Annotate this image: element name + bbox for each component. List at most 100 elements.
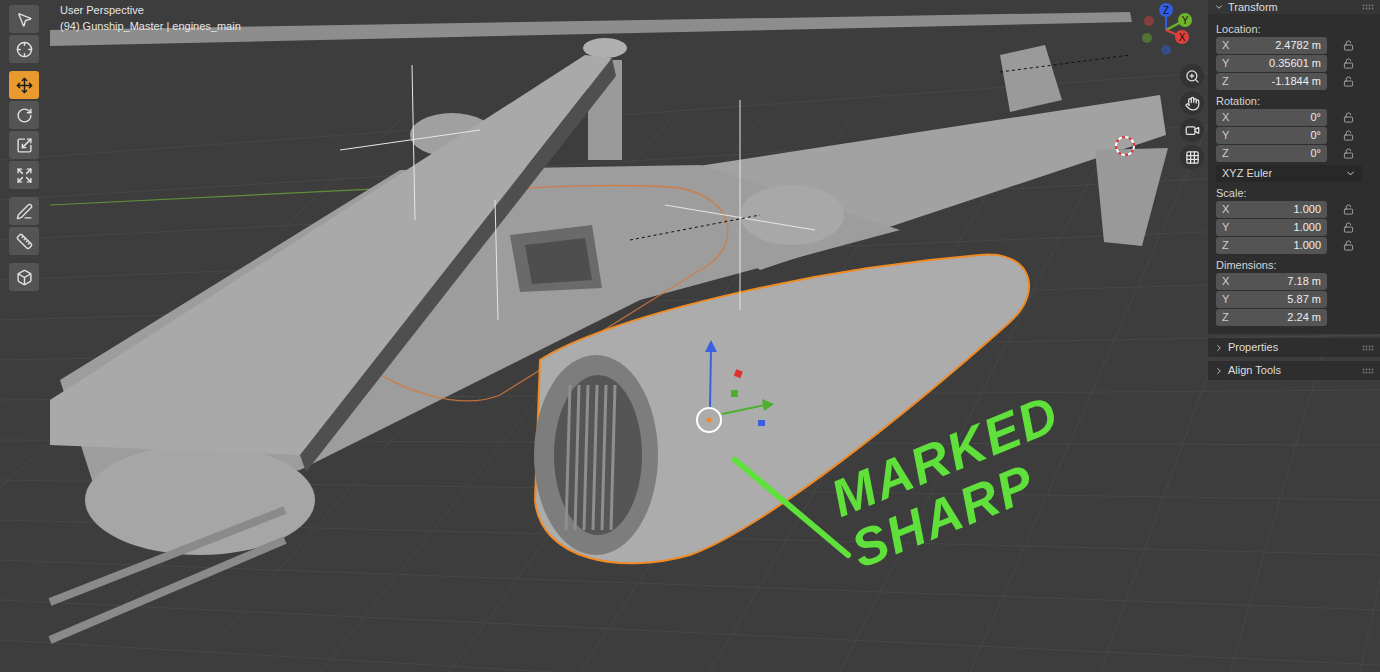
camera-button[interactable] xyxy=(1180,118,1204,142)
panel-title: Align Tools xyxy=(1228,361,1358,380)
lock-open-icon[interactable] xyxy=(1343,40,1354,51)
property-row: Z-1.1844 m xyxy=(1216,73,1380,90)
property-row: X 7.18 m xyxy=(1216,273,1380,290)
field-value: 0° xyxy=(1310,127,1321,144)
property-row: Z0° xyxy=(1216,145,1380,162)
dropdown-value: XYZ Euler xyxy=(1222,165,1272,182)
collapsed-panel-header[interactable]: Align Tools xyxy=(1208,361,1380,380)
property-row: Z2.24 m xyxy=(1216,309,1380,326)
number-field[interactable]: Z1.000 xyxy=(1216,237,1327,254)
field-value: 7.18 m xyxy=(1287,273,1321,290)
lock-open-icon[interactable] xyxy=(1343,240,1354,251)
number-field[interactable]: Z0° xyxy=(1216,145,1327,162)
property-row: X 0° xyxy=(1216,109,1380,126)
number-field[interactable]: X 0° xyxy=(1216,109,1327,126)
panel-title: Properties xyxy=(1228,338,1358,357)
navigation-gizmo[interactable]: Z YX xyxy=(1136,0,1196,60)
tool-group xyxy=(9,71,50,189)
number-field[interactable]: X 7.18 m xyxy=(1216,273,1327,290)
field-value: 0.35601 m xyxy=(1269,55,1321,72)
property-section: Location:X2.4782 mY 0.35601 mZ-1.1844 m xyxy=(1216,21,1380,90)
tool-button[interactable] xyxy=(9,131,39,159)
number-field[interactable]: X2.4782 m xyxy=(1216,37,1327,54)
axis-label: Y xyxy=(1222,291,1229,308)
chevron-down-icon xyxy=(1345,168,1356,179)
object-info: (94) Gunship_Master | engines_main xyxy=(60,18,1133,34)
tool-button[interactable] xyxy=(9,197,39,225)
pan-button[interactable] xyxy=(1180,91,1204,115)
field-value: 0° xyxy=(1310,145,1321,162)
axis-label: Y xyxy=(1222,55,1229,72)
ortho-icon xyxy=(1185,150,1200,165)
number-field[interactable]: Y 5.87 m xyxy=(1216,291,1327,308)
section-label: Dimensions: xyxy=(1216,257,1380,273)
field-value: 2.24 m xyxy=(1287,309,1321,326)
drag-handle-icon[interactable] xyxy=(1362,345,1374,351)
viewport-header: User Perspective(94) Gunship_Master | en… xyxy=(50,0,1133,672)
transform-panel: TransformLocation:X2.4782 mY0.35601 mZ-1… xyxy=(1208,0,1380,334)
axis-label: X xyxy=(1222,201,1229,218)
add-cube-tool-icon xyxy=(16,269,33,286)
chevron-down-icon xyxy=(1214,2,1224,12)
drag-handle-icon[interactable] xyxy=(1362,368,1374,374)
rotate-tool-icon xyxy=(16,107,33,124)
tool-button[interactable] xyxy=(9,5,39,33)
ortho-button[interactable] xyxy=(1180,145,1204,169)
lock-open-icon[interactable] xyxy=(1343,76,1354,87)
lock-open-icon[interactable] xyxy=(1343,112,1354,123)
field-value: 0° xyxy=(1310,109,1321,126)
field-value: 5.87 m xyxy=(1287,291,1321,308)
property-section: Scale:X 1.000Y1.000Z1.000 xyxy=(1216,185,1380,254)
axis-label: X xyxy=(1222,109,1229,126)
section-label: Scale: xyxy=(1216,185,1380,201)
property-row: X2.4782 m xyxy=(1216,37,1380,54)
blender-viewport: MARKED SHARPUser Perspective(94) Gunship… xyxy=(0,0,1380,672)
panel-title: Transform xyxy=(1228,0,1358,14)
camera-icon xyxy=(1185,123,1200,138)
number-field[interactable]: Y 0.35601 m xyxy=(1216,55,1327,72)
toolbar xyxy=(0,0,50,672)
zoom-button[interactable] xyxy=(1180,64,1204,88)
tool-button[interactable] xyxy=(9,161,39,189)
drag-handle-icon[interactable] xyxy=(1362,4,1374,10)
pan-icon xyxy=(1185,96,1200,111)
axis-label: Z xyxy=(1222,73,1229,90)
collapsed-panel-header[interactable]: Properties xyxy=(1208,338,1380,357)
number-field[interactable]: Z-1.1844 m xyxy=(1216,73,1327,90)
number-field[interactable]: Z2.24 m xyxy=(1216,309,1327,326)
axis-label: Y xyxy=(1222,127,1229,144)
lock-open-icon[interactable] xyxy=(1343,58,1354,69)
tool-button[interactable] xyxy=(9,71,39,99)
chevron-right-icon xyxy=(1214,366,1224,376)
field-value: 1.000 xyxy=(1293,201,1321,218)
axis-label: Z xyxy=(1222,237,1229,254)
svg-text:Y: Y xyxy=(1182,15,1189,26)
number-field[interactable]: Y1.000 xyxy=(1216,219,1327,236)
navigation-column: Z YX xyxy=(1133,0,1208,672)
tool-button[interactable] xyxy=(9,263,39,291)
number-field[interactable]: Y 0° xyxy=(1216,127,1327,144)
tool-button[interactable] xyxy=(9,101,39,129)
axis-label: X xyxy=(1222,37,1229,54)
svg-text:Z: Z xyxy=(1163,5,1169,16)
lock-open-icon[interactable] xyxy=(1343,130,1354,141)
tool-group xyxy=(9,5,50,63)
scale-tool-icon xyxy=(16,137,33,154)
tool-button[interactable] xyxy=(9,227,39,255)
viewport-canvas[interactable] xyxy=(0,0,1380,672)
svg-text:X: X xyxy=(1179,32,1186,43)
lock-open-icon[interactable] xyxy=(1343,148,1354,159)
lock-open-icon[interactable] xyxy=(1343,222,1354,233)
cursor-tool-icon xyxy=(16,41,33,58)
axis-label: X xyxy=(1222,273,1229,290)
property-row: Y1.000 xyxy=(1216,219,1380,236)
property-row: X 1.000 xyxy=(1216,201,1380,218)
number-field[interactable]: X 1.000 xyxy=(1216,201,1327,218)
property-row: Y 0.35601 m xyxy=(1216,55,1380,72)
section-label: Location: xyxy=(1216,21,1380,37)
panel-header[interactable]: Transform xyxy=(1208,0,1380,14)
lock-open-icon[interactable] xyxy=(1343,204,1354,215)
viewport-area: User Perspective(94) Gunship_Master | en… xyxy=(50,0,1208,672)
tool-button[interactable] xyxy=(9,35,39,63)
rotation-mode-dropdown[interactable]: XYZ Euler xyxy=(1216,165,1362,182)
